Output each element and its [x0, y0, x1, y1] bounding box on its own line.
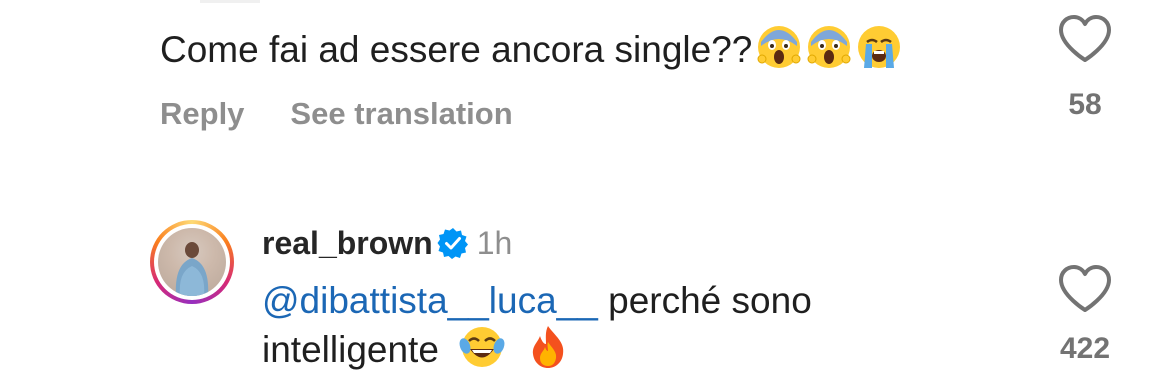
avatar-border — [154, 224, 230, 300]
comment-text: Come fai ad essere ancora single?? — [160, 24, 902, 73]
previous-comment-edge — [200, 0, 260, 3]
face-with-tears-of-joy-icon — [459, 327, 505, 367]
comment-actions: Reply See translation — [160, 94, 559, 134]
username[interactable]: real_brown — [262, 225, 433, 261]
reply-text: @dibattista__luca__ perché sono intellig… — [262, 278, 982, 373]
comment-body: Come fai ad essere ancora single?? — [160, 29, 753, 70]
like-count: 58 — [1068, 88, 1102, 121]
avatar-figure — [175, 242, 209, 296]
mention-link[interactable]: @dibattista__luca__ — [262, 280, 598, 321]
fire-icon — [533, 326, 564, 368]
verified-badge-icon — [437, 228, 468, 259]
reply-button[interactable]: Reply — [160, 96, 244, 131]
avatar[interactable] — [150, 220, 234, 304]
reply-body-line2: intelligente — [262, 329, 439, 370]
reply-body: perché sono — [608, 280, 812, 321]
like-count: 422 — [1059, 332, 1111, 365]
avatar-photo — [158, 228, 226, 296]
face-screaming-in-fear-icon — [807, 26, 851, 68]
see-translation-button[interactable]: See translation — [290, 96, 512, 131]
face-screaming-in-fear-icon — [757, 26, 801, 68]
heart-icon[interactable] — [1057, 14, 1113, 64]
comment-header: real_brown 1h — [262, 222, 512, 264]
loudly-crying-face-icon — [858, 26, 901, 68]
timestamp: 1h — [476, 225, 513, 261]
heart-icon[interactable] — [1057, 264, 1113, 314]
